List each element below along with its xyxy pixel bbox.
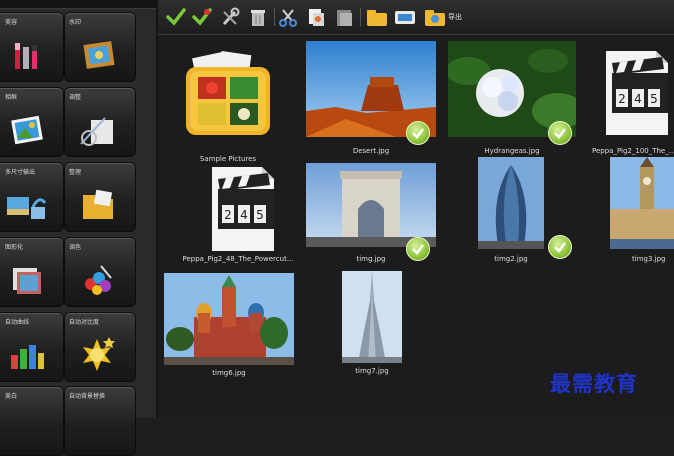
bar-chart-icon — [11, 345, 44, 369]
tower-photo — [478, 157, 544, 249]
photo-thumbnail[interactable]: timg6.jpg — [164, 273, 294, 379]
function-sidebar: 美容 水印 相框 调整 多尺寸输出 整理 图形化 调色 自动曲线 自动对比度 美… — [0, 0, 158, 456]
tool-label: 整理 — [69, 169, 82, 176]
select-checked-button[interactable] — [192, 7, 212, 27]
check-red-icon — [192, 8, 212, 26]
tool-label: 相框 — [5, 94, 18, 101]
photo-folder-icon — [186, 51, 270, 135]
copy-icon — [309, 9, 324, 26]
tool-watermark-button[interactable]: 水印 — [64, 12, 136, 82]
folder-photos-icon — [83, 189, 113, 219]
cathedral-photo — [164, 273, 294, 365]
photo-thumbnail[interactable]: Desert.jpg — [306, 41, 436, 155]
copy-button[interactable] — [306, 7, 326, 27]
tool-label: 自动背景替换 — [69, 393, 106, 400]
svg-text:5: 5 — [256, 208, 264, 222]
selected-check-icon — [406, 121, 430, 145]
tool-label: 多尺寸输出 — [5, 169, 36, 176]
svg-text:2: 2 — [618, 92, 626, 106]
tool-label: 自动曲线 — [5, 319, 30, 326]
folder-thumbnail[interactable]: Sample Pictures — [180, 49, 276, 163]
select-all-button[interactable] — [166, 7, 186, 27]
selected-check-icon — [548, 235, 572, 259]
tool-label: 美容 — [5, 19, 18, 26]
svg-text:4: 4 — [634, 92, 642, 106]
thumbnail-caption: timg.jpg — [356, 255, 386, 263]
tool-label: 调色 — [69, 244, 82, 251]
export-label: 导出 — [448, 13, 462, 21]
slideshow-button[interactable] — [394, 7, 416, 27]
skyscraper-photo — [342, 271, 402, 363]
export-folder-icon — [425, 10, 445, 26]
cut-button[interactable] — [278, 7, 298, 27]
color-palette-icon — [85, 265, 112, 295]
trash-icon — [251, 10, 265, 26]
tool-frame-button[interactable]: 相框 — [0, 87, 64, 157]
paste-button[interactable] — [334, 7, 354, 27]
thumbnail-caption: Hydrangeas.jpg — [484, 147, 540, 155]
clapperboard-icon: 2 4 5 — [212, 167, 274, 251]
wrench-icon — [222, 7, 240, 26]
tool-multisize-button[interactable]: 多尺寸输出 — [0, 162, 64, 232]
resize-photos-icon — [7, 197, 47, 219]
photo-thumbnail[interactable]: timg7.jpg — [342, 271, 402, 381]
video-thumbnail[interactable]: 2 4 5 Peppa_Pig2_100_The_... — [592, 45, 674, 155]
photo-thumbnail[interactable]: timg2.jpg — [478, 157, 578, 267]
thumbnail-caption: Peppa_Pig2_100_The_... — [592, 147, 674, 155]
toolbar-separator — [360, 8, 361, 26]
adjust-tools-icon — [80, 117, 113, 146]
svg-text:5: 5 — [650, 92, 658, 106]
video-thumbnail[interactable]: 2 4 5 Peppa_Pig2_48_The_Powercut... — [178, 161, 298, 265]
tool-label: 图形化 — [5, 244, 24, 251]
checkmark-icon — [166, 8, 186, 26]
thumbnail-grid: Sample Pictures Desert.jpg Hydrangeas.jp… — [158, 35, 674, 418]
tool-label: 调整 — [69, 94, 82, 101]
card-icon — [395, 11, 415, 24]
svg-text:4: 4 — [240, 208, 248, 222]
toolbar: 导出 — [158, 0, 674, 35]
thumbnail-caption: timg6.jpg — [212, 369, 246, 377]
export-button[interactable]: 导出 — [424, 7, 462, 27]
photo-thumbnail[interactable]: timg3.jpg — [610, 157, 674, 267]
cosmetics-icon — [15, 43, 37, 69]
delete-button[interactable] — [248, 7, 268, 27]
tool-auto-contrast-button[interactable]: 自动对比度 — [64, 312, 136, 382]
tool-color-button[interactable]: 调色 — [64, 237, 136, 307]
arch-photo — [306, 163, 436, 247]
photo-thumbnail[interactable]: timg.jpg — [306, 163, 436, 267]
thumbnail-caption: Desert.jpg — [352, 147, 390, 155]
thumbnail-caption: timg2.jpg — [494, 255, 528, 263]
watermark-text: 最需教育 — [550, 371, 638, 396]
tool-whiten-button[interactable]: 美白 — [0, 386, 64, 456]
tool-label: 美白 — [5, 393, 18, 400]
selected-check-icon — [548, 121, 572, 145]
sidebar-top-bar — [0, 0, 158, 9]
tool-beauty-button[interactable]: 美容 — [0, 12, 64, 82]
clock-tower-photo — [610, 157, 674, 249]
paste-icon — [337, 10, 352, 26]
clapperboard-icon: 2 4 5 — [606, 51, 668, 135]
toolbar-separator — [274, 8, 275, 26]
thumbnail-caption: timg7.jpg — [355, 367, 389, 375]
folder-icon — [367, 10, 387, 26]
tool-graphic-button[interactable]: 图形化 — [0, 237, 64, 307]
thumbnail-caption: timg3.jpg — [632, 255, 666, 263]
scissors-icon — [279, 9, 297, 27]
thumbnail-caption: Peppa_Pig2_48_The_Powercut... — [182, 255, 294, 263]
framed-photo-icon — [83, 41, 115, 69]
tool-label: 自动对比度 — [69, 319, 100, 326]
open-folder-button[interactable] — [366, 7, 388, 27]
tools-button[interactable] — [220, 7, 240, 27]
tool-label: 水印 — [69, 19, 82, 26]
tool-organize-button[interactable]: 整理 — [64, 162, 136, 232]
svg-text:2: 2 — [224, 208, 232, 222]
photo-frame-icon — [11, 115, 43, 145]
layered-photos-icon — [13, 268, 41, 294]
tool-auto-curve-button[interactable]: 自动曲线 — [0, 312, 64, 382]
tool-auto-background-button[interactable]: 自动背景替换 — [64, 386, 136, 456]
sun-contrast-icon — [83, 337, 115, 371]
tool-adjust-button[interactable]: 调整 — [64, 87, 136, 157]
photo-thumbnail[interactable]: Hydrangeas.jpg — [446, 41, 584, 155]
